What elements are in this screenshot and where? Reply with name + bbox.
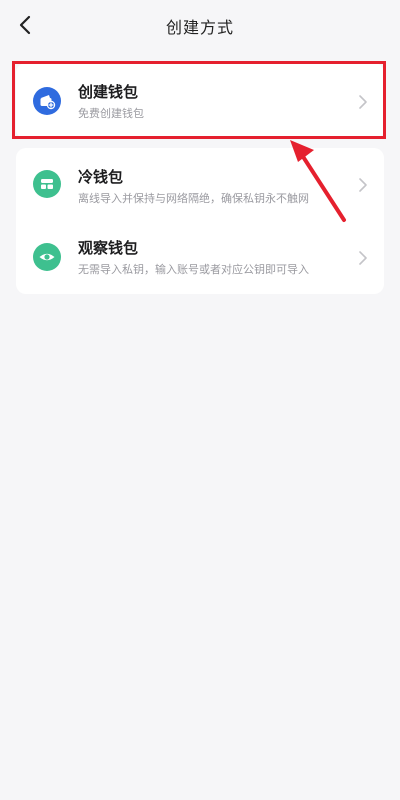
option-title: 创建钱包: [78, 83, 139, 101]
chevron-right-icon: [359, 178, 367, 192]
option-cold-wallet[interactable]: 冷钱包 离线导入并保持与网络隔绝，确保私钥永不触网: [16, 148, 384, 221]
wallet-options-card: 冷钱包 离线导入并保持与网络隔绝，确保私钥永不触网 观察钱包 无需导入私钥，输入…: [16, 148, 384, 294]
eye-icon: [33, 243, 61, 271]
chevron-right-icon: [359, 95, 367, 109]
create-wallet-card: 创建钱包 免费创建钱包: [16, 63, 384, 139]
option-subtitle: 离线导入并保持与网络隔绝，确保私钥永不触网: [78, 192, 309, 205]
wallet-add-icon: [33, 87, 61, 115]
option-title: 冷钱包: [78, 168, 124, 186]
option-subtitle: 无需导入私钥，输入账号或者对应公钥即可导入: [78, 263, 309, 276]
option-watch-wallet[interactable]: 观察钱包 无需导入私钥，输入账号或者对应公钥即可导入: [16, 221, 384, 294]
option-subtitle: 免费创建钱包: [78, 107, 144, 120]
page-title: 创建方式: [165, 18, 234, 37]
cold-wallet-icon: [33, 170, 61, 198]
option-title: 观察钱包: [78, 239, 139, 257]
bottom-safe-area: [0, 792, 400, 800]
top-bar: 创建方式: [0, 0, 400, 52]
option-create-wallet[interactable]: 创建钱包 免费创建钱包: [16, 65, 384, 138]
chevron-right-icon: [359, 251, 367, 265]
